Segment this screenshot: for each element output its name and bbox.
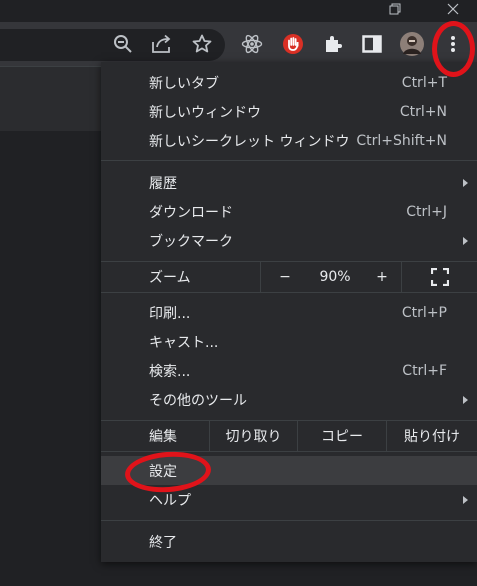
shortcut-label: Ctrl+Shift+N: [356, 132, 447, 149]
zoom-level-value: 90%: [319, 269, 351, 285]
menu-item-label: その他のツール: [149, 392, 247, 409]
edit-controls: 編集 切り取り コピー 貼り付け: [101, 421, 477, 451]
menu-item-label: 印刷...: [149, 305, 191, 322]
shortcut-label: Ctrl+F: [402, 362, 447, 379]
zoom-in-button[interactable]: +: [361, 262, 403, 292]
shortcut-label: Ctrl+T: [401, 74, 447, 91]
submenu-arrow-icon: [463, 395, 468, 404]
paste-button[interactable]: 貼り付け: [387, 421, 477, 451]
copy-button[interactable]: コピー: [298, 421, 386, 451]
annotation-circle-menu-button: [432, 21, 475, 77]
side-panel-icon[interactable]: [360, 32, 384, 56]
menu-item-find[interactable]: 検索... Ctrl+F: [101, 356, 477, 385]
browser-toolbar: [0, 22, 477, 66]
menu-item-label: 終了: [149, 534, 177, 551]
menu-divider: [101, 292, 477, 293]
menu-item-label: ダウンロード: [149, 204, 233, 221]
extensions-puzzle-icon[interactable]: [321, 32, 345, 56]
fullscreen-button[interactable]: [402, 262, 477, 292]
zoom-controls: ズーム − 90% +: [101, 262, 477, 292]
menu-item-label: ブックマーク: [149, 233, 233, 250]
submenu-arrow-icon: [463, 178, 468, 187]
menu-item-more-tools[interactable]: その他のツール: [101, 385, 477, 414]
zoom-label: ズーム: [149, 270, 191, 286]
menu-divider: [101, 160, 477, 161]
restore-icon[interactable]: [380, 0, 410, 22]
menu-item-label: ヘルプ: [149, 492, 191, 509]
menu-item-label: 検索...: [149, 363, 191, 380]
zoom-out-button[interactable]: −: [261, 262, 309, 292]
menu-item-exit[interactable]: 終了: [101, 527, 477, 556]
menu-item-downloads[interactable]: ダウンロード Ctrl+J: [101, 197, 477, 226]
zoom-out-icon[interactable]: [111, 32, 135, 56]
menu-item-label: 新しいウィンドウ: [149, 104, 261, 121]
shortcut-label: Ctrl+J: [406, 203, 447, 220]
menu-item-new-window[interactable]: 新しいウィンドウ Ctrl+N: [101, 97, 477, 126]
menu-item-new-tab[interactable]: 新しいタブ Ctrl+T: [101, 68, 477, 97]
menu-divider: [101, 520, 477, 521]
menu-divider: [101, 451, 477, 452]
fullscreen-icon: [430, 268, 449, 286]
react-devtools-icon[interactable]: [240, 32, 264, 56]
cut-button[interactable]: 切り取り: [210, 421, 297, 451]
menu-item-label: 新しいタブ: [149, 75, 219, 92]
menu-item-bookmarks[interactable]: ブックマーク: [101, 226, 477, 255]
close-window-icon[interactable]: [438, 0, 468, 22]
shortcut-label: Ctrl+N: [399, 103, 447, 120]
bookmark-star-icon[interactable]: [190, 32, 214, 56]
edit-label: 編集: [149, 429, 177, 445]
menu-item-new-incognito-window[interactable]: 新しいシークレット ウィンドウ Ctrl+Shift+N: [101, 126, 477, 155]
title-bar: [0, 0, 477, 22]
submenu-arrow-icon: [463, 495, 468, 504]
menu-item-print[interactable]: 印刷... Ctrl+P: [101, 298, 477, 327]
share-icon[interactable]: [150, 32, 174, 56]
menu-item-cast[interactable]: キャスト...: [101, 327, 477, 356]
profile-avatar[interactable]: [400, 32, 424, 56]
submenu-arrow-icon: [463, 236, 468, 245]
shortcut-label: Ctrl+P: [401, 304, 447, 321]
menu-item-label: 履歴: [149, 175, 177, 192]
stop-hand-extension-icon[interactable]: [281, 32, 305, 56]
menu-item-history[interactable]: 履歴: [101, 168, 477, 197]
menu-item-label: キャスト...: [149, 334, 219, 351]
menu-item-label: 新しいシークレット ウィンドウ: [149, 133, 350, 150]
